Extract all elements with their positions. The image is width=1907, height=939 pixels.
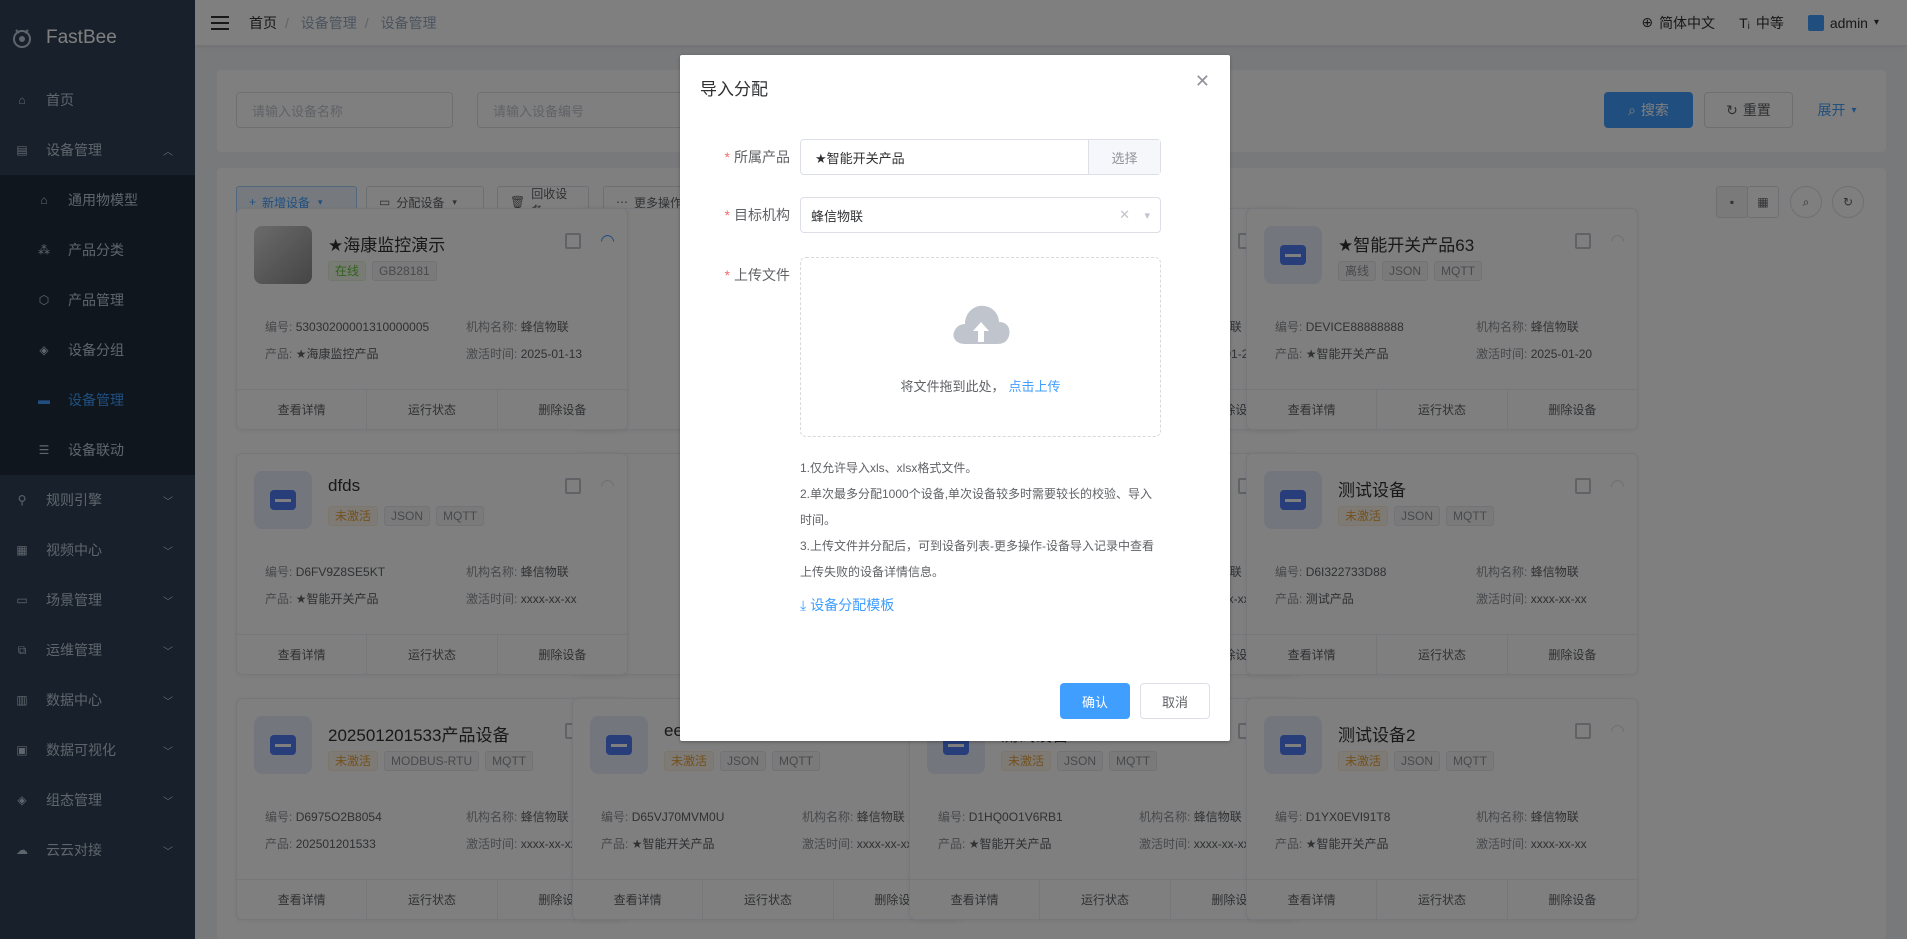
org-select[interactable]: 蜂信物联 ✕ ▾ (800, 197, 1161, 233)
product-label: * 所属产品 (724, 149, 790, 165)
org-value: 蜂信物联 (811, 208, 864, 224)
tip-line: 3.上传文件并分配后，可到设备列表-更多操作-设备导入记录中查看上传失败的设备详… (800, 539, 1155, 579)
product-value: ★智能开关产品 (815, 150, 905, 166)
cancel-button[interactable]: 取消 (1140, 683, 1210, 719)
template-download-link[interactable]: ⤓ 设备分配模板 (800, 595, 894, 615)
cloud-upload-icon (953, 305, 1010, 344)
download-icon: ⤓ (800, 597, 807, 613)
clear-icon[interactable]: ✕ (1119, 207, 1130, 223)
upload-text: 将文件拖到此处， (900, 379, 1005, 394)
select-product-button[interactable]: 选择 (1088, 140, 1160, 174)
product-field[interactable]: ★智能开关产品 选择 (800, 139, 1161, 175)
dialog-title: 导入分配 (700, 80, 768, 99)
tip-line: 1.仅允许导入xls、xlsx格式文件。 (800, 461, 978, 475)
upload-dropzone[interactable]: 将文件拖到此处， 点击上传 (800, 257, 1161, 437)
upload-link[interactable]: 点击上传 (1009, 379, 1061, 394)
org-label: * 目标机构 (724, 207, 790, 223)
import-assign-dialog: 导入分配 ✕ * 所属产品 ★智能开关产品 选择 * 目标机构 蜂信物联 ✕ ▾ *… (680, 55, 1230, 741)
upload-tips: 1.仅允许导入xls、xlsx格式文件。 2.单次最多分配1000个设备,单次设… (800, 455, 1161, 585)
tip-line: 2.单次最多分配1000个设备,单次设备较多时需要较长的校验、导入时间。 (800, 487, 1153, 527)
close-icon[interactable]: ✕ (1195, 71, 1210, 92)
confirm-button[interactable]: 确认 (1060, 683, 1130, 719)
chevron-down-icon: ▾ (1144, 209, 1150, 222)
file-label: * 上传文件 (724, 267, 790, 283)
